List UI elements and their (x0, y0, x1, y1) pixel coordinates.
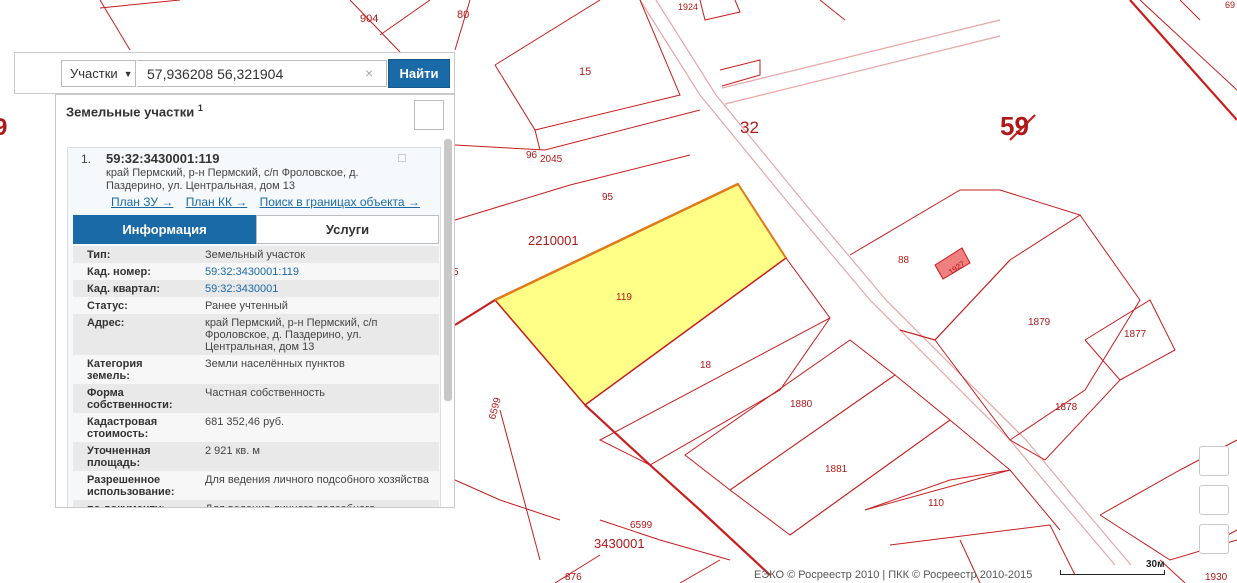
table-row: Тип: Земельный участок (73, 246, 439, 263)
svg-text:18: 18 (700, 360, 712, 371)
scale-bar (1060, 570, 1165, 575)
tab-services[interactable]: Услуги (256, 215, 439, 244)
svg-text:1879: 1879 (1028, 317, 1051, 328)
result-tabs: Информация Услуги (73, 215, 439, 244)
result-cad-number[interactable]: 59:32:3430001:119 (106, 151, 220, 166)
result-links: План ЗУ → План КК → Поиск в границах объ… (111, 195, 429, 209)
svg-text:110: 110 (928, 498, 944, 509)
zoom-out-button[interactable] (1199, 485, 1229, 515)
table-row: Форма собственности: Частная собственнос… (73, 384, 439, 413)
table-row: Кад. квартал: 59:32:3430001 (73, 280, 439, 297)
svg-text:119: 119 (616, 292, 632, 303)
search-type-dropdown[interactable]: Участки ▼ (61, 60, 136, 87)
svg-text:6599: 6599 (630, 520, 653, 531)
svg-text:876: 876 (565, 572, 582, 583)
svg-text:96: 96 (526, 150, 538, 161)
svg-text:904: 904 (360, 13, 378, 25)
panel-select-checkbox[interactable] (414, 100, 444, 130)
scale-label: 30м (1146, 559, 1165, 570)
search-type-label: Участки (70, 66, 118, 81)
svg-text:2210001: 2210001 (528, 233, 579, 248)
panel-scrollbar[interactable] (444, 139, 452, 401)
clear-icon[interactable]: × (365, 65, 373, 81)
table-row: по документу: Для ведения личного подсоб… (73, 500, 439, 507)
svg-text:32: 32 (740, 118, 759, 137)
search-bar: Участки ▼ × Найти (14, 52, 455, 94)
svg-text:1930: 1930 (1205, 572, 1228, 583)
attributes-table: Тип: Земельный участок Кад. номер: 59:32… (73, 246, 439, 507)
result-count: 1 (197, 103, 203, 113)
table-row: Адрес: край Пермский, р-н Пермский, с/п … (73, 314, 439, 355)
search-within-link[interactable]: Поиск в границах объекта → (260, 195, 420, 209)
svg-text:59: 59 (1000, 111, 1029, 141)
plan-zu-link[interactable]: План ЗУ → (111, 195, 173, 209)
cad-number-link[interactable]: 59:32:3430001:119 (191, 263, 439, 280)
map-attribution: ЕЭКО © Росреестр 2010 | ПКК © Росреестр … (754, 569, 1033, 581)
table-row: Разрешенное использование: Для ведения л… (73, 471, 439, 500)
svg-text:88: 88 (898, 255, 910, 266)
plan-kk-link[interactable]: План КК → (186, 195, 248, 209)
find-button[interactable]: Найти (388, 59, 450, 88)
result-number: 1. (81, 152, 92, 166)
result-checkbox[interactable] (398, 154, 406, 162)
svg-text:15: 15 (579, 66, 591, 78)
tab-info[interactable]: Информация (73, 215, 256, 244)
map-tool-button[interactable] (1199, 524, 1229, 554)
cad-quarter-link[interactable]: 59:32:3430001 (191, 280, 439, 297)
svg-text:95: 95 (602, 192, 614, 203)
table-row: Категория земель: Земли населённых пункт… (73, 355, 439, 384)
table-row: Кад. номер: 59:32:3430001:119 (73, 263, 439, 280)
table-row: Кадастровая стоимость: 681 352,46 руб. (73, 413, 439, 442)
svg-text:1881: 1881 (825, 464, 848, 475)
search-input[interactable] (137, 60, 387, 87)
svg-text:1878: 1878 (1055, 402, 1078, 413)
result-address: край Пермский, р-н Пермский, с/п Фроловс… (106, 167, 359, 192)
results-panel: Земельные участки 1 1. 59:32:3430001:119… (55, 94, 455, 508)
svg-text:1880: 1880 (790, 399, 813, 410)
chevron-down-icon: ▼ (123, 68, 133, 79)
panel-title: Земельные участки 1 (66, 103, 203, 120)
svg-text:2045: 2045 (540, 154, 563, 165)
result-card: 1. 59:32:3430001:119 край Пермский, р-н … (67, 147, 441, 507)
svg-text:1924: 1924 (678, 2, 698, 12)
table-row: Уточненная площадь: 2 921 кв. м (73, 442, 439, 471)
table-row: Статус: Ранее учтенный (73, 297, 439, 314)
svg-text:80: 80 (457, 9, 469, 21)
zoom-in-button[interactable] (1199, 446, 1229, 476)
svg-text:1877: 1877 (1124, 329, 1147, 340)
svg-text:9: 9 (0, 114, 7, 141)
svg-text:3430001: 3430001 (594, 536, 645, 551)
svg-text:69: 69 (1225, 0, 1235, 10)
